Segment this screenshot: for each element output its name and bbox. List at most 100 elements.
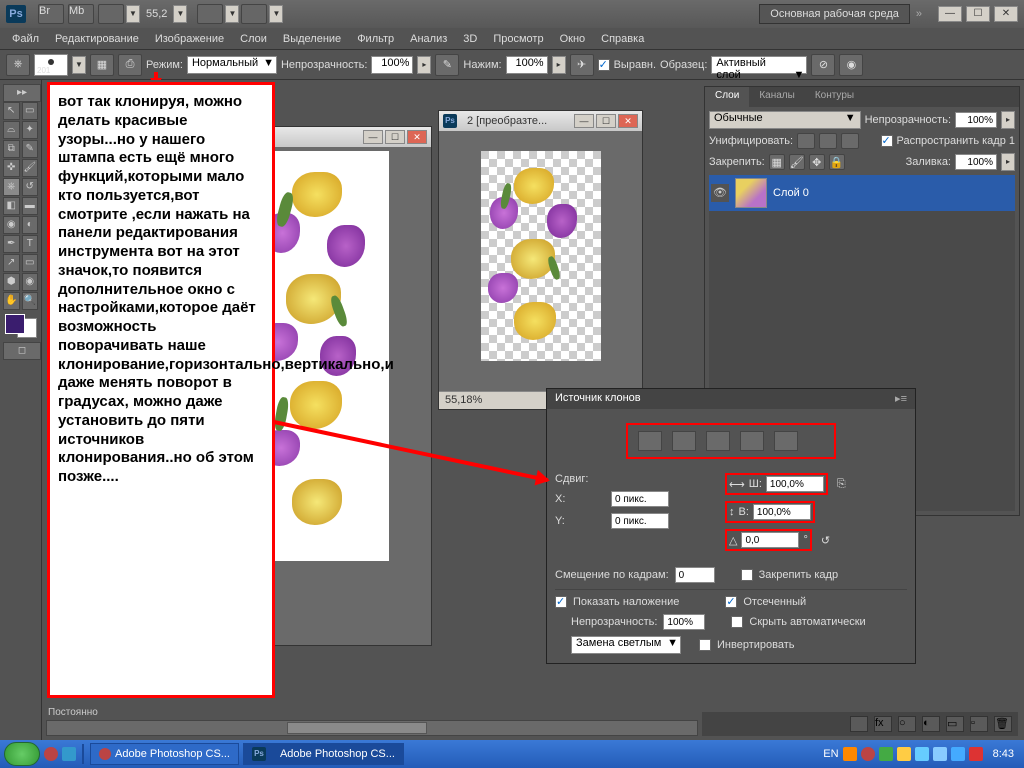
overlay-mode-select[interactable]: Замена светлым▼ xyxy=(571,636,681,654)
fill-input[interactable] xyxy=(955,154,997,170)
clipped-checkbox[interactable] xyxy=(725,596,737,608)
lasso-tool[interactable]: ⌓ xyxy=(3,121,20,139)
tool-preset-icon[interactable]: ⎈ xyxy=(6,54,30,76)
workspace-more-icon[interactable]: » xyxy=(916,8,922,20)
doc2-canvas[interactable] xyxy=(481,151,601,361)
layer-opacity-arrow[interactable]: ▸ xyxy=(1001,111,1015,129)
fx-icon[interactable]: fx xyxy=(874,716,892,732)
wand-tool[interactable]: ✦ xyxy=(22,121,39,139)
ignore-adj-icon[interactable]: ⊘ xyxy=(811,54,835,76)
sample-select[interactable]: Активный слой▼ xyxy=(711,56,807,74)
close-button[interactable]: ✕ xyxy=(994,6,1018,22)
menu-file[interactable]: Файл xyxy=(4,30,47,48)
invert-checkbox[interactable] xyxy=(699,639,711,651)
tab-paths[interactable]: Контуры xyxy=(805,87,864,107)
hand-dropdown[interactable]: ▼ xyxy=(225,5,239,23)
doc2-titlebar[interactable]: Ps 2 [преобразте... —☐✕ xyxy=(439,111,642,131)
link-layers-icon[interactable] xyxy=(850,716,868,732)
pen-tool[interactable]: ✒ xyxy=(3,235,20,253)
workspace-selector[interactable]: Основная рабочая среда xyxy=(759,4,910,24)
crop-tool[interactable]: ⧉ xyxy=(3,140,20,158)
menu-view[interactable]: Просмотр xyxy=(485,30,551,48)
marquee-tool[interactable]: ▭ xyxy=(22,102,39,120)
taskbar-app-2[interactable]: PsAdobe Photoshop CS... xyxy=(243,743,404,765)
clock[interactable]: 8:43 xyxy=(987,748,1020,760)
shape-tool[interactable]: ▭ xyxy=(22,254,39,272)
clone-preset-5[interactable] xyxy=(774,431,798,451)
reset-transform-icon[interactable]: ↺ xyxy=(821,534,830,547)
tray-icon-1[interactable] xyxy=(843,747,857,761)
unify-vis-icon[interactable] xyxy=(819,133,837,149)
tray-icon-7[interactable] xyxy=(951,747,965,761)
pressure-size-icon[interactable]: ◉ xyxy=(839,54,863,76)
menu-analysis[interactable]: Анализ xyxy=(402,30,455,48)
history-brush-tool[interactable]: ↺ xyxy=(22,178,39,196)
tray-antivirus-icon[interactable] xyxy=(969,747,983,761)
angle-input[interactable] xyxy=(741,532,799,548)
minimize-button[interactable]: — xyxy=(938,6,962,22)
frame-offset-input[interactable] xyxy=(675,567,715,583)
toolbar-btn-br[interactable]: Br xyxy=(38,4,64,24)
opacity-input[interactable]: 100% xyxy=(371,56,413,74)
brush-panel-toggle[interactable]: ▦ xyxy=(90,54,114,76)
clone-preset-3[interactable] xyxy=(706,431,730,451)
path-tool[interactable]: ↗ xyxy=(3,254,20,272)
fill-arrow[interactable]: ▸ xyxy=(1001,153,1015,171)
3d-camera-tool[interactable]: ◉ xyxy=(22,273,39,291)
clone-preset-2[interactable] xyxy=(672,431,696,451)
stamp-tool[interactable]: ⎈ xyxy=(3,178,20,196)
tray-icon-4[interactable] xyxy=(897,747,911,761)
lock-transparent-icon[interactable]: ▦ xyxy=(769,154,785,170)
menu-window[interactable]: Окно xyxy=(552,30,594,48)
menu-filter[interactable]: Фильтр xyxy=(349,30,402,48)
toolbar-btn-mb[interactable]: Mb xyxy=(68,4,94,24)
tab-channels[interactable]: Каналы xyxy=(749,87,805,107)
start-button[interactable] xyxy=(4,742,40,766)
ruler-dropdown[interactable]: ▼ xyxy=(126,5,140,23)
h-input[interactable] xyxy=(753,504,811,520)
horizontal-scrollbar[interactable] xyxy=(46,720,698,736)
taskbar-app-1[interactable]: Adobe Photoshop CS... xyxy=(90,743,239,765)
maximize-button[interactable]: ☐ xyxy=(966,6,990,22)
eyedropper-tool[interactable]: ✎ xyxy=(22,140,39,158)
layer-name[interactable]: Слой 0 xyxy=(773,187,809,199)
adjustment-icon[interactable]: ◐ xyxy=(922,716,940,732)
lock-all-icon[interactable]: 🔒 xyxy=(829,154,845,170)
lang-indicator[interactable]: EN xyxy=(823,748,838,760)
doc1-min[interactable]: — xyxy=(363,130,383,144)
unify-style-icon[interactable] xyxy=(841,133,859,149)
layer-row-0[interactable]: 👁 Слой 0 xyxy=(709,175,1015,211)
tray-volume-icon[interactable] xyxy=(915,747,929,761)
pressure-arrow[interactable]: ▸ xyxy=(552,56,566,74)
auto-hide-checkbox[interactable] xyxy=(731,616,743,628)
brush-preview[interactable]: 201 xyxy=(34,54,68,76)
visibility-icon[interactable]: 👁 xyxy=(711,184,729,202)
clone-preset-1[interactable] xyxy=(638,431,662,451)
clone-source-panel[interactable]: Источник клонов ▸≡ Сдвиг: X: Y: ⟷Ш:⎘ ↕В: xyxy=(546,388,916,664)
clone-source-toggle[interactable]: ⎙ xyxy=(118,54,142,76)
move-tool[interactable]: ↖ xyxy=(3,102,20,120)
healing-tool[interactable]: ✜ xyxy=(3,159,20,177)
document-window-2[interactable]: Ps 2 [преобразте... —☐✕ 55,18% xyxy=(438,110,643,410)
pressure-input[interactable]: 100% xyxy=(506,56,548,74)
dodge-tool[interactable]: ◐ xyxy=(22,216,39,234)
w-input[interactable] xyxy=(766,476,824,492)
eraser-tool[interactable]: ◧ xyxy=(3,197,20,215)
doc2-close[interactable]: ✕ xyxy=(618,114,638,128)
toolbar-btn-hand[interactable] xyxy=(197,4,223,24)
doc1-close[interactable]: ✕ xyxy=(407,130,427,144)
angle-icon[interactable]: △ xyxy=(729,534,737,547)
toolbar-btn-screen[interactable] xyxy=(241,4,267,24)
quicklaunch-opera-icon[interactable] xyxy=(44,747,58,761)
toolbar-btn-ruler[interactable] xyxy=(98,4,124,24)
menu-edit[interactable]: Редактирование xyxy=(47,30,147,48)
layer-thumbnail[interactable] xyxy=(735,178,767,208)
menu-image[interactable]: Изображение xyxy=(147,30,232,48)
opacity-arrow[interactable]: ▸ xyxy=(417,56,431,74)
type-tool[interactable]: T xyxy=(22,235,39,253)
new-layer-icon[interactable]: ▫ xyxy=(970,716,988,732)
quicklaunch-app-icon[interactable] xyxy=(62,747,76,761)
pressure-opacity-icon[interactable]: ✎ xyxy=(435,54,459,76)
doc1-max[interactable]: ☐ xyxy=(385,130,405,144)
flip-v-icon[interactable]: ↕ xyxy=(729,506,735,518)
